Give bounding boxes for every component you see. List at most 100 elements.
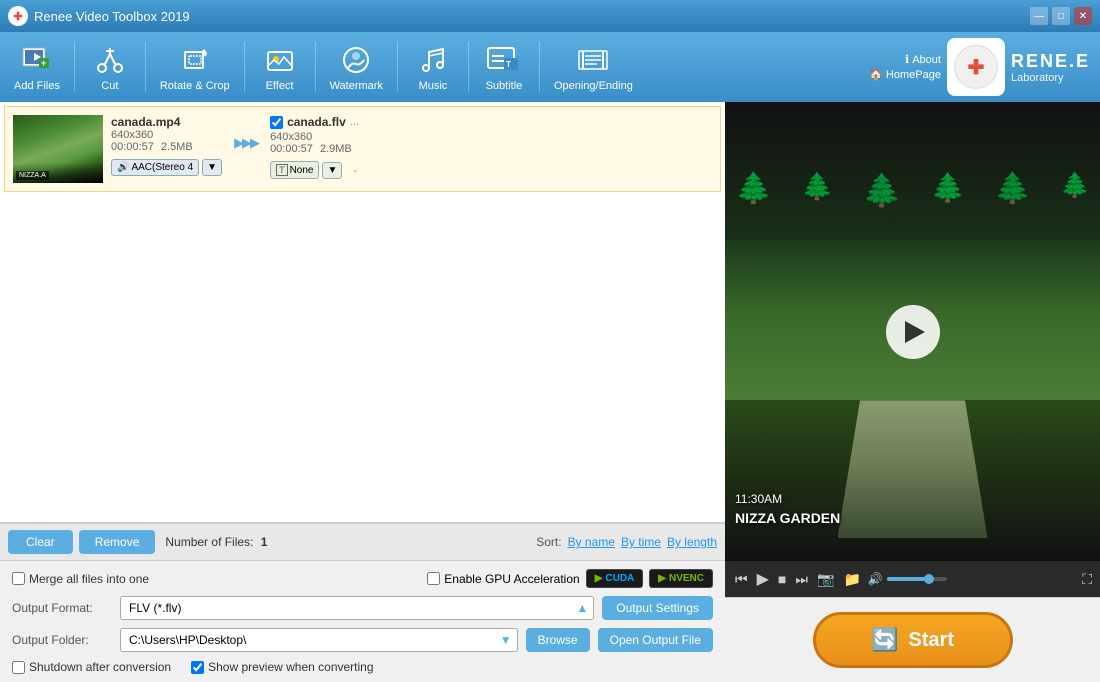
toolbar-add-files[interactable]: + Add Files bbox=[0, 38, 74, 96]
about-link[interactable]: ℹ About bbox=[905, 53, 941, 66]
subtitle-label: None bbox=[290, 165, 314, 176]
tree-1: 🌲 bbox=[735, 171, 772, 209]
input-resolution: 640x360 bbox=[111, 129, 222, 141]
effect-icon bbox=[262, 42, 298, 78]
sort-by-length[interactable]: By length bbox=[667, 535, 717, 549]
brand-plus-icon: ✚ bbox=[968, 55, 985, 80]
toolbar-music[interactable]: Music bbox=[398, 38, 468, 96]
volume-icon: 🔊 bbox=[868, 572, 883, 586]
volume-fill bbox=[887, 577, 926, 581]
cuda-label: CUDA bbox=[605, 573, 634, 584]
file-count-value: 1 bbox=[261, 535, 268, 549]
cuda-nvidia-logo: ▶ bbox=[595, 573, 603, 584]
clear-button[interactable]: Clear bbox=[8, 530, 73, 554]
start-icon: 🔄 bbox=[871, 627, 898, 653]
audio-track-button[interactable]: 🔊 AAC(Stereo 4 bbox=[111, 159, 199, 176]
nvenc-label: NVENC bbox=[669, 573, 704, 584]
window-controls: — □ ✕ bbox=[1030, 7, 1092, 25]
svg-text:T: T bbox=[506, 60, 511, 69]
output-format-select[interactable]: FLV (*.flv) bbox=[120, 596, 594, 620]
settings-row-3: Output Folder: C:\Users\HP\Desktop\ ▼ Br… bbox=[12, 628, 713, 652]
shutdown-checkbox[interactable] bbox=[12, 661, 25, 674]
convert-arrow: ▶▶▶ bbox=[230, 115, 262, 151]
settings-row-4: Shutdown after conversion Show preview w… bbox=[12, 660, 713, 674]
shutdown-label[interactable]: Shutdown after conversion bbox=[12, 660, 171, 674]
toolbar-opening-ending[interactable]: Opening/Ending bbox=[540, 38, 647, 96]
left-panel: NIZZA.A canada.mp4 640x360 00:00:57 2.5M… bbox=[0, 102, 725, 682]
sort-by-name[interactable]: By name bbox=[568, 535, 615, 549]
preview-path bbox=[838, 400, 988, 538]
maximize-button[interactable]: □ bbox=[1052, 7, 1070, 25]
app-logo-icon: ✚ bbox=[8, 6, 28, 26]
tree-6: 🌲 bbox=[1060, 171, 1090, 209]
fullscreen-button[interactable]: ⛶ bbox=[1082, 571, 1092, 588]
toolbar-subtitle[interactable]: T Subtitle bbox=[469, 38, 539, 96]
cuda-button[interactable]: ▶ CUDA bbox=[586, 569, 644, 588]
audio-dropdown-button[interactable]: ▼ bbox=[202, 159, 222, 176]
snapshot-button[interactable]: 📷 bbox=[815, 569, 836, 590]
nvenc-button[interactable]: ▶ NVENC bbox=[649, 569, 713, 588]
play-button[interactable] bbox=[886, 305, 940, 359]
output-more-button[interactable]: ... bbox=[350, 116, 359, 128]
enable-gpu-text: Enable GPU Acceleration bbox=[444, 572, 579, 586]
toolbar-watermark[interactable]: Watermark bbox=[316, 38, 397, 96]
toolbar-effect[interactable]: Effect bbox=[245, 38, 315, 96]
enable-gpu-checkbox[interactable] bbox=[427, 572, 440, 585]
toolbar-rotate-crop[interactable]: Rotate & Crop bbox=[146, 38, 244, 96]
volume-thumb bbox=[924, 574, 934, 584]
open-output-button[interactable]: Open Output File bbox=[598, 628, 713, 652]
arrow-icon: ▶▶▶ bbox=[234, 135, 258, 151]
list-controls-bar: Clear Remove Number of Files: 1 Sort: By… bbox=[0, 523, 725, 560]
input-duration-size: 00:00:57 2.5MB bbox=[111, 141, 222, 153]
volume-track[interactable] bbox=[887, 577, 947, 581]
video-controls: ⏮ ▶ ■ ⏭ 📷 📁 🔊 ⛶ bbox=[725, 561, 1100, 597]
homepage-link[interactable]: 🏠 HomePage bbox=[869, 68, 941, 81]
start-label: Start bbox=[908, 629, 954, 652]
tree-3: 🌲 bbox=[862, 171, 902, 209]
skip-back-button[interactable]: ⏮ bbox=[733, 569, 750, 590]
music-label: Music bbox=[419, 80, 448, 92]
title-bar: ✚ Renee Video Toolbox 2019 — □ ✕ bbox=[0, 0, 1100, 32]
subtitle-type-button[interactable]: T None bbox=[270, 161, 319, 179]
brand-text-area: RENE.E Laboratory bbox=[1011, 51, 1090, 84]
start-area: 🔄 Start bbox=[725, 597, 1100, 682]
subtitle-dropdown-button[interactable]: ▼ bbox=[322, 162, 342, 179]
input-duration: 00:00:57 bbox=[111, 141, 154, 153]
show-preview-label[interactable]: Show preview when converting bbox=[191, 660, 373, 674]
remove-button[interactable]: Remove bbox=[79, 530, 156, 554]
browse-button[interactable]: Browse bbox=[526, 628, 590, 652]
sort-by-time[interactable]: By time bbox=[621, 535, 661, 549]
file-thumbnail: NIZZA.A bbox=[13, 115, 103, 183]
video-preview: 🌲 🌲 🌲 🌲 🌲 🌲 11:30AM NIZZA GARDEN bbox=[725, 102, 1100, 561]
subtitle-icon: T bbox=[486, 42, 522, 78]
folder-button[interactable]: 📁 bbox=[841, 569, 862, 590]
rotate-crop-icon bbox=[177, 42, 213, 78]
skip-forward-button[interactable]: ⏭ bbox=[793, 569, 810, 590]
merge-checkbox-label[interactable]: Merge all files into one bbox=[12, 572, 149, 586]
overlay-name-text: NIZZA GARDEN bbox=[735, 510, 840, 526]
output-folder-select[interactable]: C:\Users\HP\Desktop\ bbox=[120, 628, 518, 652]
about-label: About bbox=[912, 54, 941, 66]
output-settings-button[interactable]: Output Settings bbox=[602, 596, 713, 620]
add-files-label: Add Files bbox=[14, 80, 60, 92]
preview-trees-row: 🌲 🌲 🌲 🌲 🌲 🌲 bbox=[725, 171, 1100, 209]
toolbar-cut[interactable]: Cut bbox=[75, 38, 145, 96]
minimize-button[interactable]: — bbox=[1030, 7, 1048, 25]
close-button[interactable]: ✕ bbox=[1074, 7, 1092, 25]
output-duration-size: 00:00:57 2.9MB bbox=[270, 143, 712, 155]
home-icon: 🏠 bbox=[869, 68, 883, 81]
enable-gpu-label[interactable]: Enable GPU Acceleration bbox=[427, 572, 579, 586]
play-pause-button[interactable]: ▶ bbox=[755, 567, 771, 591]
merge-checkbox[interactable] bbox=[12, 572, 25, 585]
file-count-label: Number of Files: 1 bbox=[165, 535, 267, 549]
stop-button[interactable]: ■ bbox=[776, 569, 788, 589]
add-files-icon: + bbox=[19, 42, 55, 78]
nvenc-nvidia-logo: ▶ bbox=[658, 573, 666, 584]
start-button[interactable]: 🔄 Start bbox=[813, 612, 1013, 668]
overlay-time: 11:30AM bbox=[735, 492, 782, 506]
output-checkbox[interactable] bbox=[270, 116, 283, 129]
input-file-info: canada.mp4 640x360 00:00:57 2.5MB 🔊 AAC(… bbox=[111, 115, 222, 176]
output-file-info: canada.flv ... 640x360 00:00:57 2.9MB T … bbox=[270, 115, 712, 179]
show-preview-checkbox[interactable] bbox=[191, 661, 204, 674]
brand-logo: ✚ bbox=[947, 38, 1005, 96]
